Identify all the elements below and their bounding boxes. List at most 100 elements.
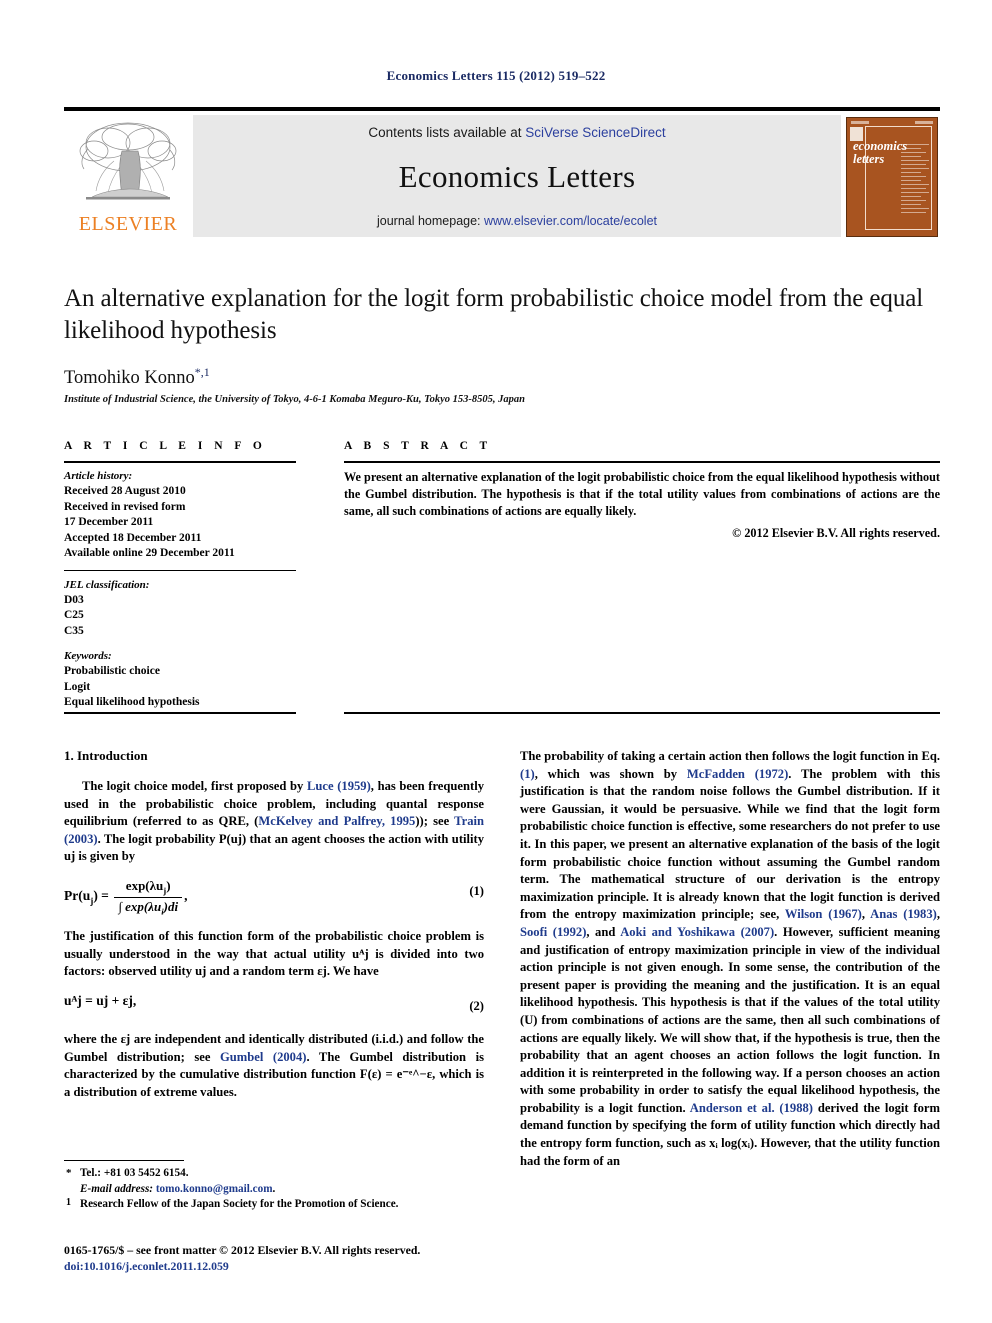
- elsevier-tree-icon: [79, 122, 177, 200]
- title-block: An alternative explanation for the logit…: [64, 283, 940, 405]
- equation-reference-1[interactable]: (1): [520, 767, 535, 781]
- paper-page: Economics Letters 115 (2012) 519–522 ELS…: [0, 0, 992, 1323]
- text-run: . The logit probability P(uj) that an ag…: [64, 831, 484, 864]
- issn-front-matter-line: 0165-1765/$ – see front matter © 2012 El…: [64, 1243, 421, 1257]
- author-affiliation: Institute of Industrial Science, the Uni…: [64, 394, 525, 406]
- article-info-rule-mid: [64, 569, 296, 571]
- paper-title: An alternative explanation for the logit…: [64, 285, 924, 344]
- citation-soofi-1992[interactable]: Soofi (1992): [520, 925, 586, 939]
- citation-mcfadden-1972[interactable]: McFadden (1972): [687, 767, 788, 781]
- abstract-rule-top: [344, 461, 940, 463]
- equation-1-numerator: exp(λuj): [114, 877, 183, 898]
- article-history-item: Accepted 18 December 2011: [64, 531, 202, 544]
- equation-2: uᴬj = uj + εj, (2): [64, 993, 484, 1019]
- text-run: ): [166, 877, 171, 893]
- footnote-1-text: Research Fellow of the Japan Society for…: [80, 1198, 399, 1210]
- equation-1-body: Pr(uj) = exp(λuj) ∫ exp(λui)di ,: [64, 878, 187, 916]
- author-footnote-marks[interactable]: *,1: [195, 365, 210, 379]
- homepage-prefix: journal homepage:: [376, 214, 485, 228]
- citation-gumbel-2004[interactable]: Gumbel (2004): [220, 1050, 307, 1064]
- text-run: exp(λu: [125, 877, 164, 893]
- text-run: ∫ exp(λu: [118, 898, 162, 914]
- equation-1-lhs: Pr(u: [64, 888, 91, 904]
- citation-aoki-yoshikawa-2007[interactable]: Aoki and Yoshikawa (2007): [620, 925, 774, 939]
- abstract-rule-bottom: [344, 712, 940, 714]
- keyword-item: Logit: [64, 680, 91, 693]
- paragraph-right-1: The probability of taking a certain acti…: [520, 748, 940, 1170]
- text-run: )di: [163, 898, 179, 914]
- equation-2-body: uᴬj = uj + εj,: [64, 992, 137, 1008]
- footnote-1-marker: 1: [66, 1197, 71, 1208]
- citation-mckelvey-palfrey-1995[interactable]: McKelvey and Palfrey, 1995: [258, 814, 415, 828]
- text-run: . However, sufficient meaning and justif…: [520, 924, 940, 1115]
- paragraph-left-1: The logit choice model, first proposed b…: [64, 778, 484, 866]
- equation-1-number: (1): [469, 883, 484, 898]
- citation-wilson-1967[interactable]: Wilson (1967): [785, 907, 862, 921]
- journal-homepage-link[interactable]: www.elsevier.com/locate/ecolet: [484, 214, 657, 228]
- body-column-right: The probability of taking a certain acti…: [520, 748, 940, 1180]
- equation-1-lhs-end: ) =: [93, 888, 109, 904]
- equation-1-tail: ,: [184, 888, 188, 904]
- keywords-label: Keywords:: [64, 650, 112, 662]
- jel-classification-label: JEL classification:: [64, 578, 150, 591]
- text-run: The probability of taking a certain acti…: [520, 749, 940, 763]
- issn-copyright-block: 0165-1765/$ – see front matter © 2012 El…: [64, 1242, 494, 1274]
- journal-title: Economics Letters: [398, 159, 636, 194]
- footnote-corresponding-author: * Tel.: +81 03 5452 6154.: [64, 1166, 484, 1182]
- jel-code: C35: [64, 624, 84, 637]
- text-run: )); see: [415, 814, 455, 829]
- keyword-item: Equal likelihood hypothesis: [64, 696, 200, 708]
- body-column-left: 1. Introduction The logit choice model, …: [64, 748, 484, 1111]
- journal-masthead: ELSEVIER Contents lists available at Sci…: [64, 107, 940, 237]
- author-name: Tomohiko Konno: [64, 368, 195, 389]
- contents-lists-line: Contents lists available at SciVerse Sci…: [193, 125, 841, 140]
- running-head: Economics Letters 115 (2012) 519–522: [386, 68, 606, 83]
- article-info-heading: A R T I C L E I N F O: [64, 440, 267, 452]
- text-run: , and: [586, 924, 621, 939]
- jel-code: C25: [64, 609, 84, 621]
- abstract-column: A B S T R A C T We present an alternativ…: [344, 440, 940, 541]
- journal-cover-thumbnail: economics letters: [842, 115, 940, 237]
- elsevier-logo: ELSEVIER: [64, 115, 192, 237]
- footnotes-block: * Tel.: +81 03 5452 6154. E-mail address…: [64, 1160, 484, 1213]
- contents-prefix: Contents lists available at: [368, 125, 526, 140]
- footnote-telephone: Tel.: +81 03 5452 6154.: [80, 1167, 189, 1179]
- footnote-email-link[interactable]: tomo.konno@gmail.com: [156, 1183, 273, 1195]
- text-run: ,: [861, 907, 871, 922]
- footnote-email-line: E-mail address: tomo.konno@gmail.com.: [64, 1182, 484, 1198]
- article-history-item: 17 December 2011: [64, 516, 154, 528]
- article-history-item: Available online 29 December 2011: [64, 547, 235, 559]
- abstract-heading: A B S T R A C T: [344, 440, 492, 452]
- footnote-email-period: .: [272, 1182, 276, 1195]
- citation-luce-1959[interactable]: Luce (1959): [307, 779, 371, 793]
- paragraph-left-3: where the εj are independent and identic…: [64, 1031, 484, 1101]
- text-run: ,: [936, 907, 940, 922]
- cover-title-line2: letters: [853, 152, 885, 166]
- paragraph-left-2: The justification of this function form …: [64, 929, 484, 979]
- article-info-rule-bottom: [64, 712, 296, 714]
- abstract-text: We present an alternative explanation of…: [344, 470, 940, 518]
- footnote-email-label: E-mail address:: [80, 1182, 154, 1195]
- article-info-rule-top: [64, 461, 296, 463]
- abstract-copyright: © 2012 Elsevier B.V. All rights reserved…: [732, 526, 940, 540]
- jel-code: D03: [64, 593, 84, 606]
- equation-1: Pr(uj) = exp(λuj) ∫ exp(λui)di , (1): [64, 878, 484, 916]
- sciencedirect-link[interactable]: SciVerse ScienceDirect: [525, 125, 665, 140]
- article-history-label: Article history:: [64, 470, 133, 482]
- equation-1-fraction: exp(λuj) ∫ exp(λui)di: [114, 877, 183, 917]
- equation-1-denominator: ∫ exp(λui)di: [114, 898, 182, 917]
- text-run: The logit choice model, first proposed b…: [82, 779, 307, 793]
- footnote-1: 1 Research Fellow of the Japan Society f…: [64, 1197, 484, 1213]
- article-info-column: A R T I C L E I N F O Article history: R…: [64, 440, 296, 711]
- keyword-item: Probabilistic choice: [64, 665, 160, 677]
- journal-homepage-line: journal homepage: www.elsevier.com/locat…: [193, 214, 841, 228]
- text-run: . The problem with this justification is…: [520, 766, 940, 922]
- citation-anderson-et-al-1988[interactable]: Anderson et al. (1988): [690, 1101, 813, 1115]
- cover-title: economics letters: [853, 140, 907, 166]
- elsevier-wordmark: ELSEVIER: [78, 213, 178, 235]
- text-run: , which was shown by: [534, 766, 687, 781]
- citation-anas-1983[interactable]: Anas (1983): [870, 907, 937, 921]
- footnote-separator-rule: [64, 1160, 184, 1161]
- doi-line[interactable]: doi:10.1016/j.econlet.2011.12.059: [64, 1258, 494, 1274]
- article-history-item: Received in revised form: [64, 500, 186, 513]
